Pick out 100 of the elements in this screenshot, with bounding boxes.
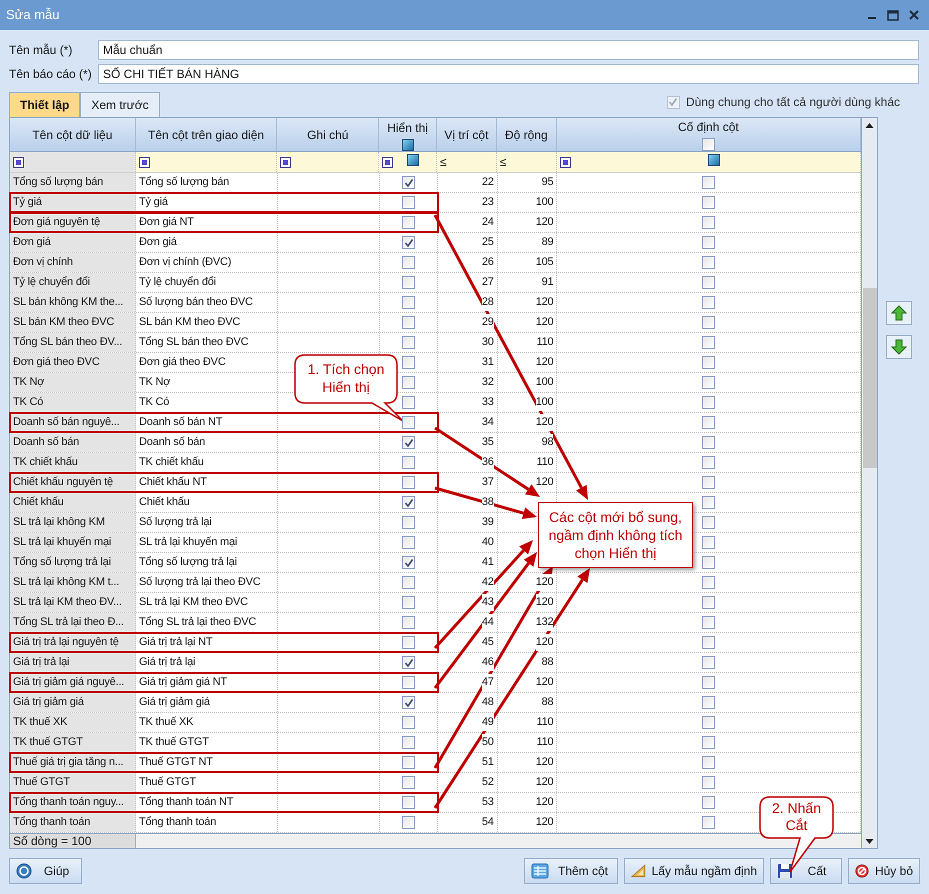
table-cell: 42 — [482, 574, 494, 591]
column-header[interactable]: Vị trí cột — [444, 126, 488, 144]
table-cell-text: Tổng số lượng bán — [139, 175, 230, 190]
table-cell-text: Tổng thanh toán — [139, 815, 216, 830]
table-cell: 132 — [536, 614, 554, 631]
field-label: Tên mẫu (*) — [9, 42, 74, 59]
table-cell-text: Giá trị trả lại — [13, 655, 70, 670]
table-cell-text: Giá trị giảm giá — [13, 695, 84, 710]
table-cell-text: Giá trị giảm giá nguyê... — [13, 675, 124, 690]
table-cell-text: TK thuế GTGT — [139, 735, 209, 750]
table-cell: 28 — [482, 294, 494, 311]
table-cell-text: Tổng SL bán theo ĐVC — [139, 335, 248, 350]
table-cell-text: Đơn giá theo ĐVC — [13, 355, 100, 370]
table-cell-text: Doanh số bán NT — [139, 415, 222, 430]
window-title: Sửa mẫu — [6, 6, 60, 24]
table-cell-text: SL trả lại KM theo ĐVC — [139, 595, 248, 610]
table-cell: 44 — [482, 614, 494, 631]
column-header[interactable]: Tên cột dữ liệu — [32, 126, 112, 144]
table-cell-text: Tổng SL trả lại theo Đ... — [13, 615, 124, 630]
table-cell-text: Chiết khấu — [139, 495, 190, 510]
table-cell: 36 — [482, 454, 494, 471]
filter-operator[interactable]: ≤ — [440, 153, 447, 171]
input-field[interactable]: Mẫu chuẩn — [98, 40, 919, 60]
table-cell-text: Đơn giá nguyên tệ — [13, 215, 100, 230]
table-cell-text: Doanh số bán — [13, 435, 80, 450]
table-cell: 120 — [536, 634, 554, 651]
table-cell-text: SL bán KM theo ĐVC — [13, 315, 114, 330]
callout: Các cột mới bổ sung, ngầm định không tích chọn Hiển thị — [538, 502, 693, 568]
checkbox-label: Dùng chung cho tất cả người dùng khác — [686, 94, 900, 111]
action-button[interactable]: Thêm cột — [524, 858, 618, 884]
table-cell-text: TK thuế GTGT — [13, 735, 83, 750]
table-cell-text: TK Nợ — [13, 375, 44, 390]
table-cell-text: Chiết khấu nguyên tệ — [13, 475, 113, 490]
table-cell-text: Đơn vị chính — [13, 255, 73, 270]
table-cell-text: Tổng số lượng trả lại — [13, 555, 111, 570]
column-header[interactable]: Cố định cột — [678, 118, 739, 136]
table-cell-text: Tổng SL trả lại theo ĐVC — [139, 615, 256, 630]
table-cell-text: SL bán KM theo ĐVC — [139, 315, 240, 330]
callout-text: 1. Tích chọn Hiển thị — [306, 360, 386, 396]
column-header[interactable]: Tên cột trên giao diện — [148, 126, 264, 144]
table-cell-text: Số lượng bán theo ĐVC — [139, 295, 253, 310]
table-cell-text: SL trả lại không KM — [13, 515, 105, 530]
action-button[interactable]: Cất — [770, 858, 842, 884]
table-cell-text: Tổng SL bán theo ĐV... — [13, 335, 122, 350]
table-cell-text: Thuế GTGT — [139, 775, 196, 790]
table-cell-text: Tổng thanh toán NT — [139, 795, 234, 810]
table-cell: 43 — [482, 594, 494, 611]
table-cell-text: Giá trị trả lại nguyên tệ — [13, 635, 119, 650]
table-cell: 29 — [482, 314, 494, 331]
table-cell-text: Tổng thanh toán nguy... — [13, 795, 124, 810]
table-cell-text: TK thuế XK — [139, 715, 194, 730]
help-button[interactable]: Giúp — [9, 858, 82, 884]
table-cell-text: Giá trị giảm giá NT — [139, 675, 227, 690]
table-cell-text: Doanh số bán — [139, 435, 206, 450]
column-header[interactable]: Độ rộng — [504, 126, 548, 144]
filter-operator[interactable]: ≤ — [500, 153, 506, 171]
table-cell: 100 — [536, 394, 554, 411]
callout-text: 2. Nhấn Cắt — [770, 800, 822, 834]
table-cell-text: Tỷ lệ chuyển đổi — [139, 275, 216, 290]
tab[interactable]: Xem trước — [80, 92, 160, 117]
table-cell-text: TK chiết khấu — [139, 455, 204, 470]
table-cell-text: Giá trị trả lại NT — [139, 635, 212, 650]
table-cell: 120 — [536, 414, 554, 431]
table-cell-text: SL bán không KM the... — [13, 295, 124, 310]
table-cell-text: Đơn giá theo ĐVC — [139, 355, 226, 370]
table-cell-text: Đơn giá — [13, 235, 51, 250]
table-cell-text: Thuế GTGT — [13, 775, 70, 790]
column-header[interactable]: Hiển thị — [387, 118, 428, 136]
table-cell-text: Chiết khấu — [13, 495, 64, 510]
table-cell-text: SL trả lại không KM t... — [13, 575, 120, 590]
table-cell: 46 — [482, 654, 494, 671]
table-cell: 47 — [482, 674, 494, 691]
table-cell-text: Chiết khấu NT — [139, 475, 207, 490]
table-cell-text: Tổng thanh toán — [13, 815, 90, 830]
input-field[interactable]: SỐ CHI TIẾT BÁN HÀNG — [98, 64, 919, 84]
table-cell-text: TK thuế XK — [13, 715, 68, 730]
table-cell-text: Giá trị trả lại — [139, 655, 196, 670]
table-cell-text: Tỷ lệ chuyển đổi — [13, 275, 90, 290]
table-cell-text: SL trả lại khuyến mại — [13, 535, 112, 550]
table-cell-text: Đơn vị chính (ĐVC) — [139, 255, 232, 270]
table-cell-text: Tỷ giá — [139, 195, 168, 210]
action-button[interactable]: Hủy bỏ — [848, 858, 920, 884]
row-count: Số dòng = 100 — [13, 833, 92, 850]
table-cell-text: Thuế GTGT NT — [139, 755, 213, 770]
table-cell: 49 — [482, 714, 494, 731]
table-cell-text: Số lượng trả lại theo ĐVC — [139, 575, 260, 590]
tab[interactable]: Thiết lập — [9, 92, 80, 117]
column-header[interactable]: Ghi chú — [307, 126, 348, 144]
table-cell: 120 — [536, 574, 554, 591]
table-cell-text: Số lượng trả lại — [139, 515, 212, 530]
table-cell-text: TK Nợ — [139, 375, 170, 390]
table-cell-text: Tỷ giá — [13, 195, 42, 210]
table-cell-text: Đơn giá — [139, 235, 177, 250]
table-cell-text: Thuế giá trị gia tăng n... — [13, 755, 124, 770]
table-cell-text: Tổng số lượng bán — [13, 175, 104, 190]
action-button[interactable]: Lấy mẫu ngầm định — [624, 858, 764, 884]
table-cell-text: Đơn giá NT — [139, 215, 194, 230]
table-cell-text: TK chiết khấu — [13, 455, 78, 470]
table-cell-text: TK Có — [139, 395, 170, 410]
table-cell-text: Tổng số lượng trả lại — [139, 555, 237, 570]
